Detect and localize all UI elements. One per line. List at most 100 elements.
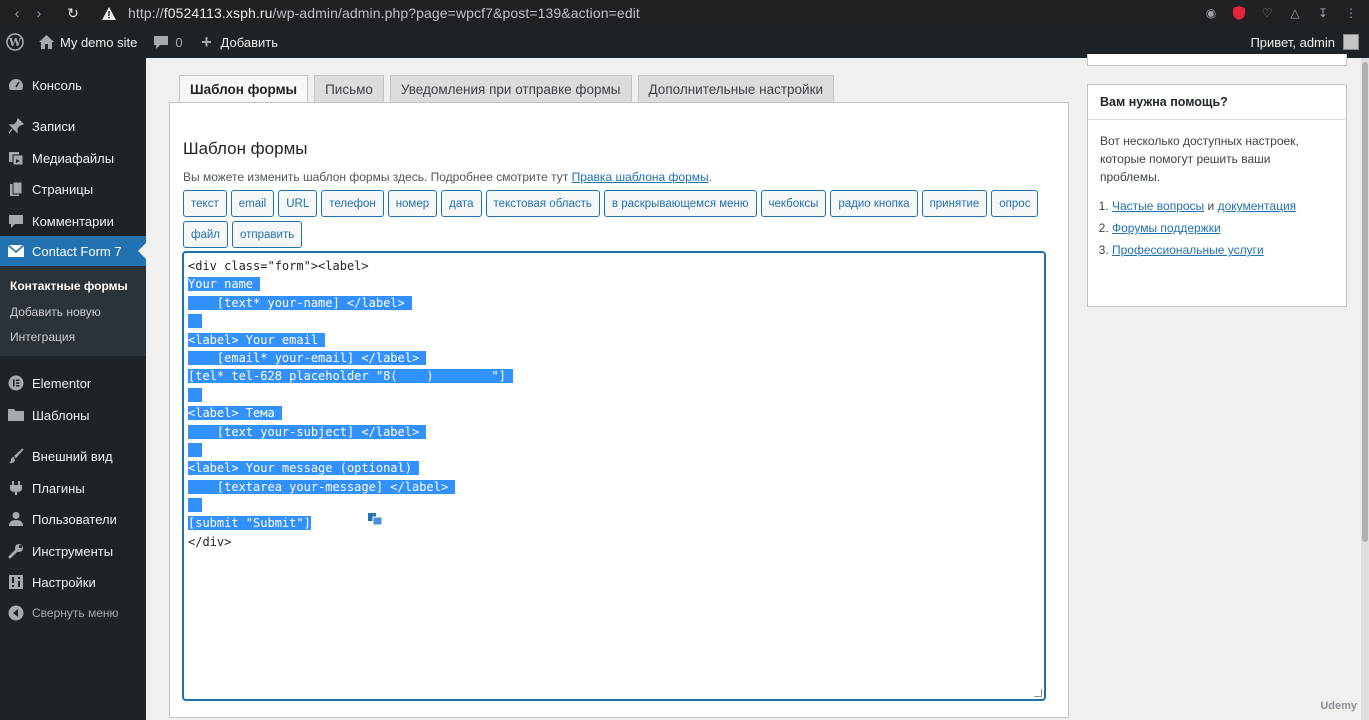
code-line: <div class="form"><label> [188,259,369,273]
translate-icon[interactable] [368,512,383,526]
tab-messages[interactable]: Уведомления при отправке формы [389,75,632,103]
form-template-panel: Шаблон формы Вы можете изменить шаблон ф… [169,102,1069,718]
settings-icon [6,572,26,592]
help-links: Частые вопросы и документация Форумы под… [1112,195,1296,261]
tab-form-template[interactable]: Шаблон формы [179,75,309,103]
code-line: [email* your-email] </label> [188,350,427,365]
tag-acceptance-button[interactable]: принятие [921,190,988,217]
code-line [188,386,1040,404]
menu-settings[interactable]: Настройки [0,567,146,597]
contact-form-submenu: Контактные формы Добавить новую Интеграц… [0,266,146,356]
tag-checkbox-button[interactable]: чекбоксы [760,190,827,217]
tag-select-button[interactable]: в раскрывающемся меню [603,190,757,217]
tag-email-button[interactable]: email [230,190,275,217]
list-item: Форумы поддержки [1112,217,1296,239]
wordpress-logo-icon[interactable]: W [0,26,30,58]
menu-media[interactable]: Медиафайлы [0,143,146,173]
tag-number-button[interactable]: номер [387,190,438,217]
warning-icon[interactable] [102,6,116,20]
code-line: Your name [188,277,261,292]
plus-icon: + [201,31,212,52]
code-line: </div> [188,534,232,549]
camera-icon[interactable]: ◉ [1203,5,1219,21]
tag-quiz-button[interactable]: опрос [991,190,1039,217]
reload-icon[interactable]: ↻ [62,5,84,22]
menu-tools[interactable]: Инструменты [0,536,146,566]
brush-icon [6,446,26,466]
menu-appearance[interactable]: Внешний вид [0,441,146,471]
help-box: Вам нужна помощь? Вот несколько доступны… [1087,84,1347,307]
tag-textarea-button[interactable]: текстовая область [485,190,600,217]
menu-users[interactable]: Пользователи [0,504,146,534]
code-line [188,496,1040,514]
form-tabs: Шаблон формы Письмо Уведомления при отпр… [179,75,835,103]
collapse-icon [6,603,26,623]
add-new-link[interactable]: + Добавить [191,26,286,58]
tag-submit-button[interactable]: отправить [232,221,303,248]
cube-icon[interactable]: △ [1287,5,1303,21]
back-icon[interactable]: ‹ [6,5,28,21]
code-line: <label> Тема [188,406,282,421]
collapse-menu-button[interactable]: Свернуть меню [0,598,146,628]
menu-plugins[interactable]: Плагины [0,473,146,503]
tab-additional-settings[interactable]: Дополнительные настройки [637,75,835,103]
main-content: Шаблон формы Письмо Уведомления при отпр… [146,54,1369,720]
tag-tel-button[interactable]: телефон [321,190,384,217]
comment-bubble-icon [153,34,169,50]
tag-generator-row-1: текст email URL телефон номер дата текст… [183,190,1039,217]
help-text: Вот несколько доступных настроек, которы… [1100,134,1299,184]
panel-title: Шаблон формы [183,139,308,158]
list-item: Частые вопросы и документация [1112,195,1296,217]
code-line: <label> Your message (optional) [188,461,420,476]
shield-icon[interactable] [1231,5,1247,21]
comments-icon [6,211,26,231]
menu-pages[interactable]: Страницы [0,174,146,204]
address-bar[interactable]: http://f0524113.xsph.ru/wp-admin/admin.p… [128,5,640,21]
media-icon [6,148,26,168]
form-template-editor[interactable]: <div class="form"><label> Your name [tex… [182,251,1046,701]
edit-template-link[interactable]: Правка шаблона формы [572,170,709,184]
tag-text-button[interactable]: текст [183,190,227,217]
professional-services-link[interactable]: Профессиональные услуги [1112,243,1264,257]
divider [1088,119,1346,120]
resize-handle[interactable] [1034,689,1042,697]
submenu-contact-forms[interactable]: Контактные формы [10,279,128,293]
menu-comments[interactable]: Комментарии [0,206,146,236]
faq-link[interactable]: Частые вопросы [1112,199,1204,213]
docs-link[interactable]: документация [1218,199,1297,213]
tag-generator-row-2: файл отправить [183,221,303,248]
pages-icon [6,179,26,199]
heart-icon[interactable]: ♡ [1259,5,1275,21]
menu-contact-form-7[interactable]: Contact Form 7 [0,236,146,266]
plugin-icon [6,478,26,498]
code-line: [tel* tel-628 placeholder "8( ) "] [188,369,514,384]
svg-text:W: W [8,36,22,49]
forward-icon[interactable]: › [28,5,50,21]
tag-radio-button[interactable]: радио кнопка [830,190,918,217]
menu-templates[interactable]: Шаблоны [0,400,146,430]
menu-elementor[interactable]: Elementor [0,368,146,398]
elementor-icon [6,373,26,393]
menu-posts[interactable]: Записи [0,111,146,141]
code-line: <label> Your email [188,332,326,347]
tag-file-button[interactable]: файл [183,221,228,248]
mail-icon [6,241,26,261]
scrollbar-thumb[interactable] [1362,62,1368,542]
watermark: Udemy [1320,700,1357,712]
menu-icon[interactable]: ⋮ [1343,5,1359,21]
comments-link[interactable]: 0 [145,26,190,58]
download-icon[interactable]: ↧ [1315,5,1331,21]
sidebar-box-top [1087,54,1347,66]
support-forums-link[interactable]: Форумы поддержки [1112,221,1221,235]
help-title: Вам нужна помощь? [1100,95,1228,109]
tab-mail[interactable]: Письмо [314,75,384,103]
submenu-integration[interactable]: Интеграция [10,330,75,344]
tag-date-button[interactable]: дата [441,190,482,217]
admin-sidebar: Консоль Записи Медиафайлы Страницы Комме… [0,58,146,720]
list-item: Профессиональные услуги [1112,239,1296,261]
panel-description: Вы можете изменить шаблон формы здесь. П… [183,170,712,184]
tag-url-button[interactable]: URL [278,190,318,217]
site-name-link[interactable]: My demo site [30,26,145,58]
submenu-add-new[interactable]: Добавить новую [10,305,101,319]
menu-dashboard[interactable]: Консоль [0,70,146,100]
